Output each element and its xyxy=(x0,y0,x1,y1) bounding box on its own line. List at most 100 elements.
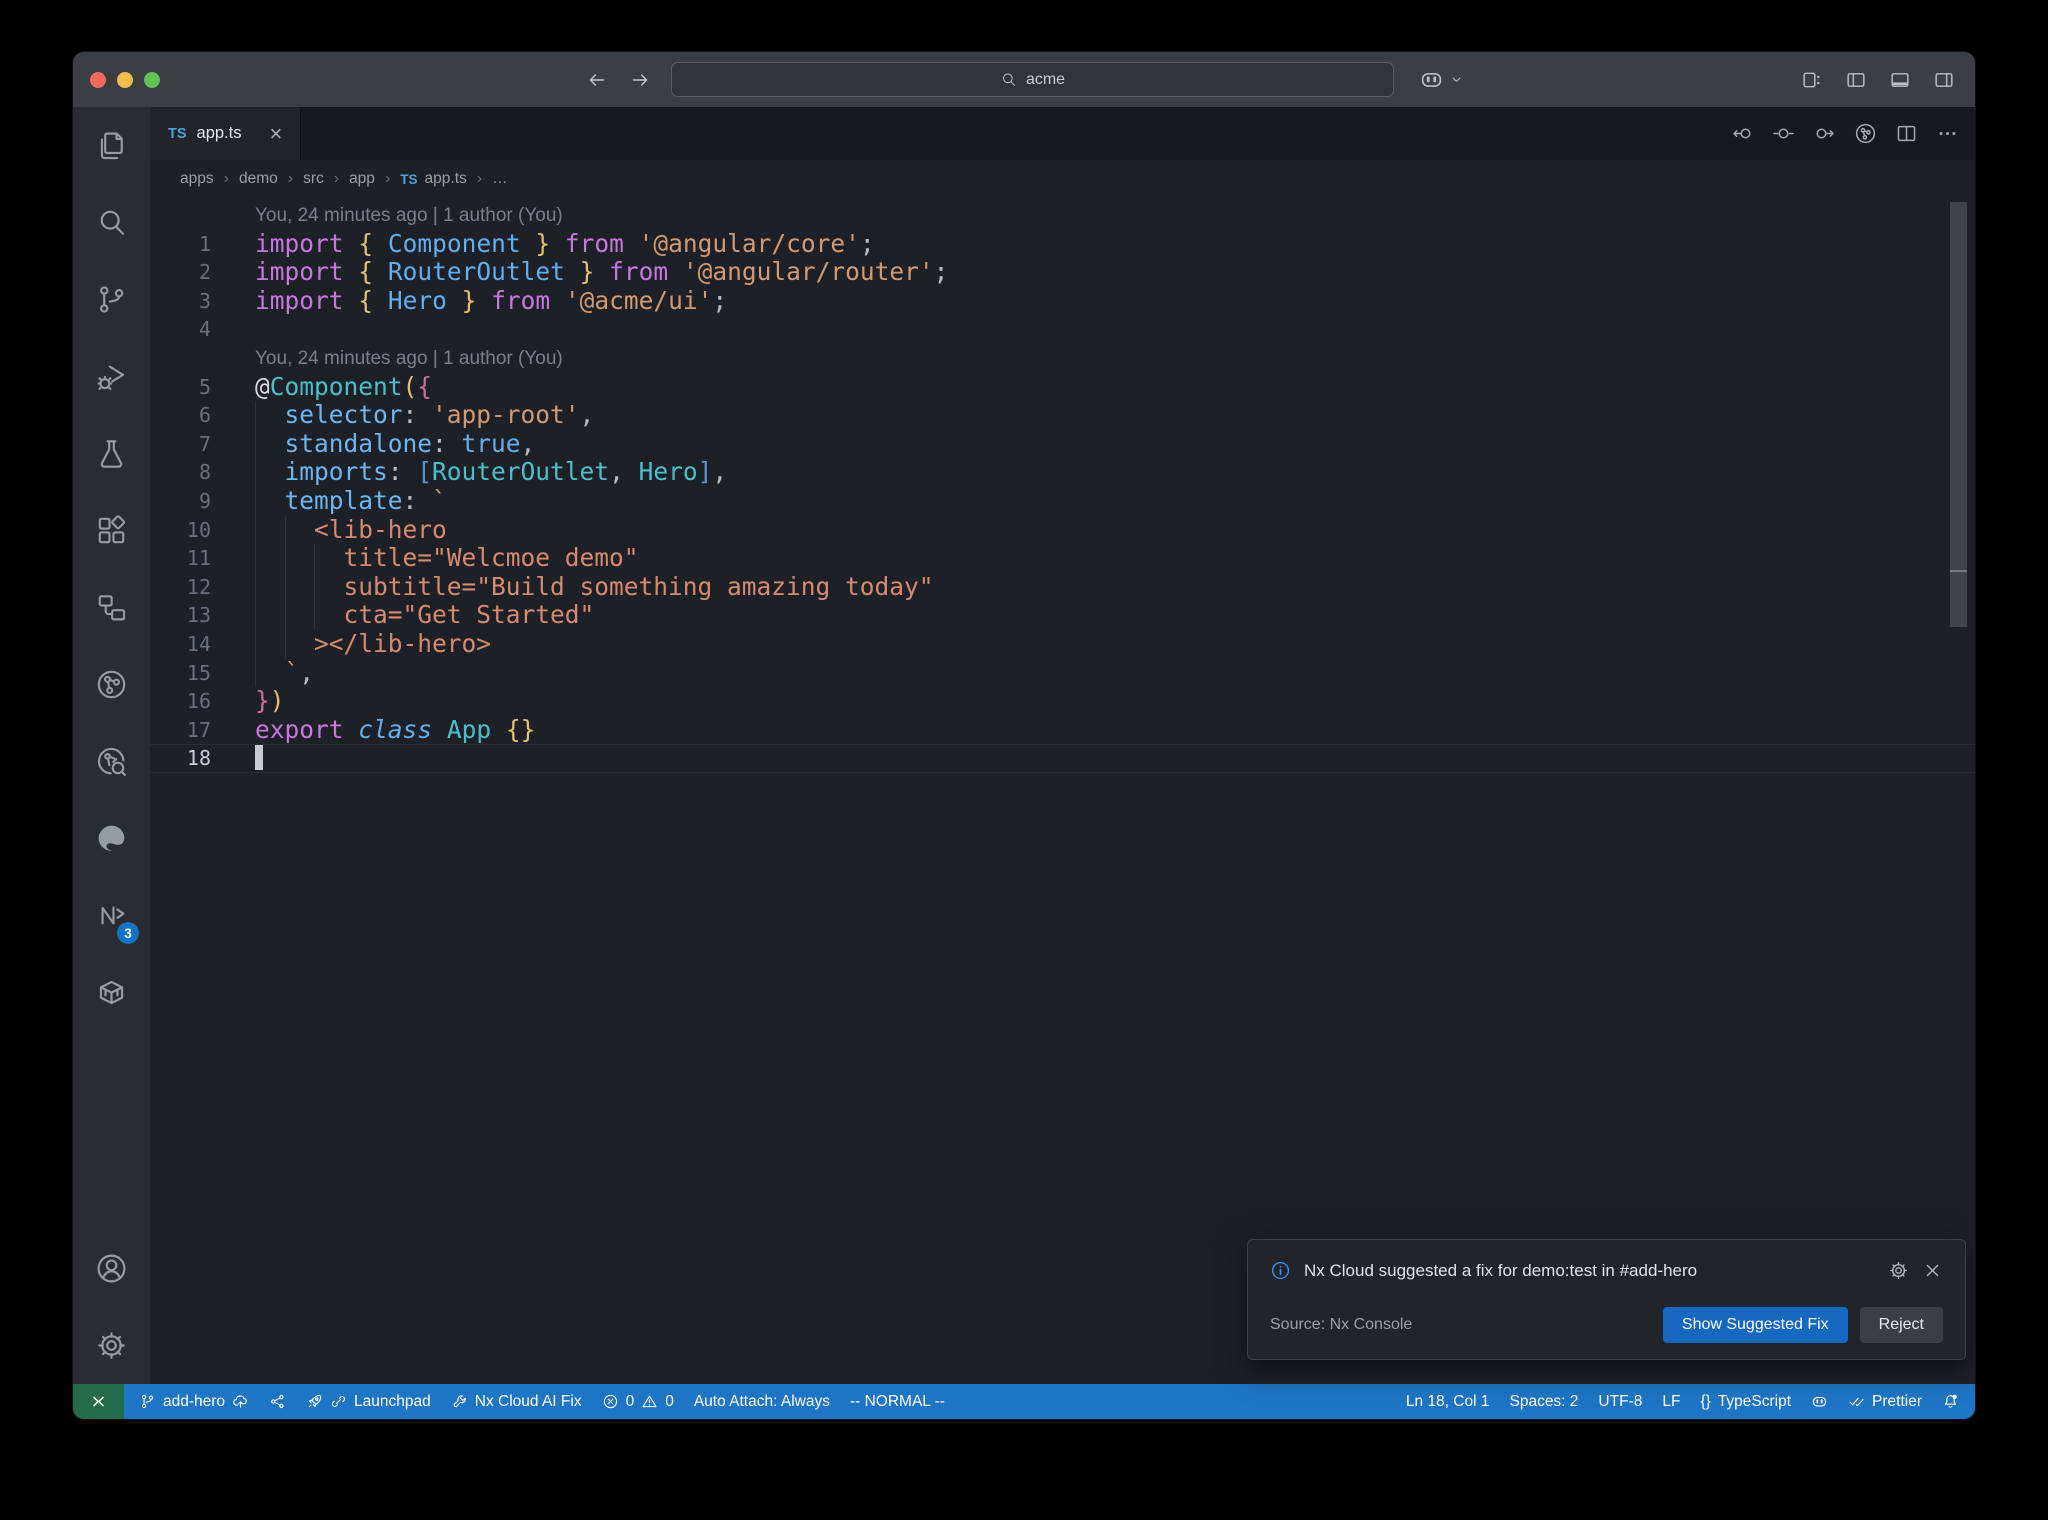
notification-close-icon[interactable] xyxy=(1922,1260,1943,1281)
activity-item-edge-tools[interactable] xyxy=(73,800,150,877)
warning-icon xyxy=(641,1393,658,1410)
tab-close-icon[interactable]: × xyxy=(269,122,282,145)
chevron-right-icon: › xyxy=(333,170,340,187)
line-number: 9 xyxy=(198,488,211,513)
activity-item-gitlens[interactable] xyxy=(73,646,150,723)
indent-guide xyxy=(255,659,285,688)
token: Component xyxy=(387,228,521,258)
indent-guide xyxy=(255,401,285,430)
activity-item-settings[interactable] xyxy=(73,1307,150,1384)
status-text: Nx Cloud AI Fix xyxy=(474,1392,582,1410)
changes-icon[interactable] xyxy=(1772,122,1795,145)
breadcrumb-segment[interactable]: demo xyxy=(239,170,278,188)
show-suggested-fix-button[interactable]: Show Suggested Fix xyxy=(1662,1307,1848,1343)
notification-settings-icon[interactable] xyxy=(1888,1260,1909,1281)
activity-item-testing[interactable] xyxy=(73,415,150,492)
indent-guide xyxy=(285,573,315,602)
code-text: imports: [RouterOutlet, Hero], xyxy=(225,458,1975,487)
breadcrumb-segment[interactable]: apps xyxy=(180,170,214,188)
split-editor-icon[interactable] xyxy=(1895,122,1918,145)
copilot-menu[interactable] xyxy=(1419,52,1464,107)
status-vim-mode[interactable]: -- NORMAL -- xyxy=(840,1384,955,1419)
reject-button[interactable]: Reject xyxy=(1859,1307,1943,1343)
extensions-icon xyxy=(95,514,128,547)
status-text: Prettier xyxy=(1872,1392,1922,1410)
activity-item-containers[interactable] xyxy=(73,954,150,1031)
token: Hero xyxy=(387,285,447,315)
breadcrumb-segment[interactable]: app xyxy=(349,170,375,188)
more-actions-icon[interactable] xyxy=(1936,122,1959,145)
source-control-graph-icon[interactable] xyxy=(1854,122,1877,145)
token: { xyxy=(358,228,374,258)
minimize-window-button[interactable] xyxy=(117,71,133,88)
navigate-next-change-icon[interactable] xyxy=(1813,122,1836,145)
token: <lib-hero xyxy=(314,514,447,544)
activity-item-hierarchy[interactable] xyxy=(73,569,150,646)
activity-item-nx-console[interactable]: 3 xyxy=(73,877,150,954)
customize-layout-icon[interactable] xyxy=(1801,69,1823,91)
code-line: 18 xyxy=(150,744,1975,773)
breadcrumb-overflow[interactable]: … xyxy=(492,170,508,188)
info-icon xyxy=(1270,1260,1291,1281)
breadcrumb[interactable]: apps › demo › src › app › TS app.ts ›… xyxy=(150,160,1975,198)
status-auto-attach[interactable]: Auto Attach: Always xyxy=(684,1384,840,1419)
token: ; xyxy=(933,257,949,287)
editor-scrollbar[interactable] xyxy=(1950,202,1967,627)
code-editor[interactable]: You, 24 minutes ago | 1 author (You) 1 imp… xyxy=(150,198,1975,1384)
toggle-panel-icon[interactable] xyxy=(1889,69,1911,91)
status-nx-cloud-ai-fix[interactable]: Nx Cloud AI Fix xyxy=(441,1384,592,1419)
code-line: 3 import { Hero } from '@acme/ui'; xyxy=(150,285,1975,316)
toggle-secondary-sidebar-icon[interactable] xyxy=(1933,69,1955,91)
status-encoding[interactable]: UTF-8 xyxy=(1588,1384,1652,1419)
status-commit-graph[interactable] xyxy=(259,1384,296,1419)
status-language-mode[interactable]: {} TypeScript xyxy=(1690,1384,1801,1419)
code-line: 11 title="Welcmoe demo" xyxy=(150,543,1975,573)
status-prettier[interactable]: Prettier xyxy=(1838,1384,1932,1419)
activity-item-accounts[interactable] xyxy=(73,1230,150,1307)
status-remote-indicator[interactable] xyxy=(73,1384,124,1419)
status-indentation[interactable]: Spaces: 2 xyxy=(1499,1384,1588,1419)
activity-item-source-control[interactable] xyxy=(73,261,150,338)
tab-app-ts[interactable]: TS app.ts × xyxy=(150,107,302,160)
token: } xyxy=(535,228,551,258)
status-launchpad[interactable]: Launchpad xyxy=(296,1384,441,1419)
activity-bar-spacer xyxy=(73,1031,150,1230)
go-back-icon[interactable] xyxy=(586,69,608,91)
code-text: `, xyxy=(225,658,1975,688)
breadcrumb-file[interactable]: TS app.ts xyxy=(400,170,467,188)
breadcrumb-segment[interactable]: src xyxy=(303,170,324,188)
close-window-button[interactable] xyxy=(90,71,106,88)
status-git-branch[interactable]: add-hero xyxy=(129,1384,259,1419)
line-number: 8 xyxy=(198,460,211,485)
gitlens-inspect-icon xyxy=(95,745,128,778)
activity-item-run-debug[interactable] xyxy=(73,338,150,415)
token: standalone xyxy=(284,428,433,458)
status-notifications-bell[interactable] xyxy=(1932,1384,1969,1419)
token: imports xyxy=(284,457,388,487)
activity-bar: 3 xyxy=(73,107,150,1384)
containers-icon xyxy=(95,976,128,1009)
token: Component xyxy=(269,371,403,401)
toggle-primary-sidebar-icon[interactable] xyxy=(1845,69,1867,91)
remote-icon xyxy=(89,1392,108,1411)
token: from xyxy=(491,285,551,315)
indent-guide xyxy=(255,516,285,545)
command-center-search[interactable]: acme xyxy=(671,62,1394,97)
blame-row: You, 24 minutes ago | 1 author (You) xyxy=(150,344,1975,373)
activity-item-explorer[interactable] xyxy=(73,107,150,184)
activity-item-extensions[interactable] xyxy=(73,492,150,569)
go-forward-icon[interactable] xyxy=(629,69,651,91)
code-text: ></lib-hero> xyxy=(225,629,1975,659)
status-copilot[interactable] xyxy=(1801,1384,1838,1419)
status-eol[interactable]: LF xyxy=(1652,1384,1690,1419)
navigate-previous-change-icon[interactable] xyxy=(1731,122,1754,145)
activity-item-search[interactable] xyxy=(73,184,150,261)
status-cursor-position[interactable]: Ln 18, Col 1 xyxy=(1396,1384,1500,1419)
status-problems[interactable]: 00 xyxy=(592,1384,684,1419)
line-number: 16 xyxy=(186,689,211,714)
activity-item-gitlens-inspect[interactable] xyxy=(73,723,150,800)
zoom-window-button[interactable] xyxy=(144,71,160,88)
